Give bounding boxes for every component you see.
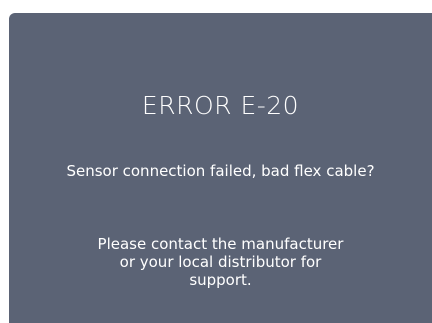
error-screen: ERROR E-20 Sensor connection failed, bad… [9, 13, 432, 323]
support-instructions: Please contact the manufacturer or your … [9, 235, 432, 289]
error-title: ERROR E-20 [141, 91, 300, 120]
support-line: Please contact the manufacturer [97, 235, 344, 253]
error-message: Sensor connection failed, bad flex cable… [66, 162, 375, 180]
support-line: or your local distributor for [119, 253, 322, 271]
support-line: support. [189, 271, 252, 289]
